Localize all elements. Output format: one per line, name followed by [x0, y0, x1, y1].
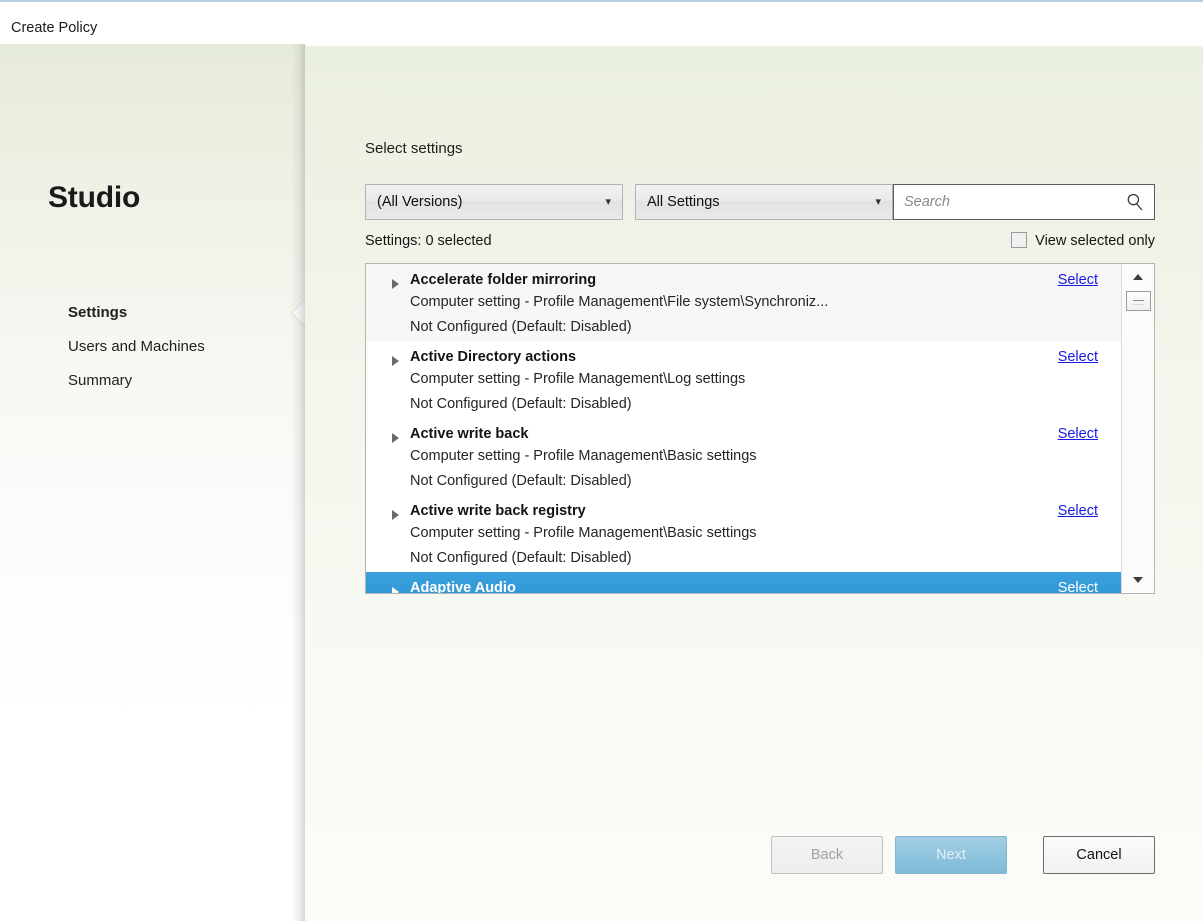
scroll-up-arrow-icon — [1133, 274, 1143, 280]
setting-title: Active write back registry — [410, 502, 1121, 521]
settings-list: Accelerate folder mirroring Computer set… — [366, 264, 1121, 593]
version-filter-value: (All Versions) — [377, 194, 462, 210]
table-row-selected[interactable]: Adaptive Audio User setting - ICA\Audio … — [366, 572, 1121, 593]
filters-row: (All Versions) ▾ All Settings ▾ Search — [365, 184, 1155, 220]
setting-state: Not Configured (Default: Disabled) — [410, 469, 1121, 493]
expand-triangle-icon[interactable] — [392, 356, 399, 366]
sidebar-item-label: Users and Machines — [68, 338, 205, 355]
setting-state: Not Configured (Default: Disabled) — [410, 315, 1121, 339]
back-button[interactable]: Back — [771, 836, 883, 874]
footer-buttons: Back Next Cancel — [365, 836, 1155, 876]
scrollbar-thumb-grip-icon — [1133, 300, 1144, 305]
table-row[interactable]: Active write back Computer setting - Pro… — [366, 418, 1121, 495]
main-content: Select settings (All Versions) ▾ All Set… — [305, 44, 1203, 921]
sidebar-item-settings[interactable]: Settings — [0, 296, 305, 330]
setting-state: Not Configured (Default: Disabled) — [410, 392, 1121, 416]
setting-title: Accelerate folder mirroring — [410, 271, 1121, 290]
setting-title: Active Directory actions — [410, 348, 1121, 367]
sidebar-item-label: Settings — [68, 304, 127, 321]
sidebar-item-label: Summary — [68, 372, 132, 389]
studio-brand-label: Studio — [48, 181, 140, 215]
sidebar-item-users-and-machines[interactable]: Users and Machines — [0, 330, 305, 364]
checkbox-box-icon — [1011, 232, 1027, 248]
settings-list-container: Accelerate folder mirroring Computer set… — [365, 263, 1155, 594]
sidebar-nav-list: Settings Users and Machines Summary — [0, 296, 305, 398]
table-row[interactable]: Active write back registry Computer sett… — [366, 495, 1121, 572]
cancel-button[interactable]: Cancel — [1043, 836, 1155, 874]
window-title: Create Policy — [11, 21, 97, 36]
select-link[interactable]: Select — [1058, 425, 1098, 444]
table-row[interactable]: Accelerate folder mirroring Computer set… — [366, 264, 1121, 341]
page-title: Select settings — [365, 140, 463, 157]
select-link[interactable]: Select — [1058, 502, 1098, 521]
version-filter-select[interactable]: (All Versions) ▾ — [365, 184, 623, 220]
setting-title: Active write back — [410, 425, 1121, 444]
settings-filter-select[interactable]: All Settings ▾ — [635, 184, 893, 220]
setting-description: Computer setting - Profile Management\Ba… — [410, 444, 1121, 469]
expand-triangle-icon[interactable] — [392, 587, 399, 593]
setting-description: Computer setting - Profile Management\Fi… — [410, 290, 1121, 315]
window-titlebar: Create Policy — [0, 0, 1203, 46]
table-row[interactable]: Active Directory actions Computer settin… — [366, 341, 1121, 418]
view-selected-only-checkbox[interactable]: View selected only — [1011, 230, 1155, 252]
scroll-down-arrow-icon — [1133, 577, 1143, 583]
setting-state: Not Configured (Default: Disabled) — [410, 546, 1121, 570]
chevron-down-icon: ▾ — [605, 185, 611, 219]
setting-description: Computer setting - Profile Management\Lo… — [410, 367, 1121, 392]
scroll-down-button[interactable] — [1122, 568, 1154, 592]
chevron-down-icon: ▾ — [875, 185, 881, 219]
selected-count-label: Settings: 0 selected — [365, 230, 492, 252]
settings-filter-value: All Settings — [647, 194, 720, 210]
sidebar: Studio Settings Users and Machines Summa… — [0, 44, 305, 921]
search-placeholder: Search — [904, 185, 950, 219]
list-status-row: Settings: 0 selected View selected only — [365, 230, 1155, 254]
select-link[interactable]: Select — [1058, 348, 1098, 367]
next-button[interactable]: Next — [895, 836, 1007, 874]
select-link[interactable]: Select — [1058, 579, 1098, 593]
select-link[interactable]: Select — [1058, 271, 1098, 290]
setting-description: Computer setting - Profile Management\Ba… — [410, 521, 1121, 546]
scroll-up-button[interactable] — [1122, 265, 1154, 289]
search-icon — [1125, 192, 1145, 212]
expand-triangle-icon[interactable] — [392, 433, 399, 443]
view-selected-only-label: View selected only — [1035, 233, 1155, 249]
search-input[interactable]: Search — [893, 184, 1155, 220]
sidebar-item-summary[interactable]: Summary — [0, 364, 305, 398]
active-notch-icon — [292, 300, 305, 326]
vertical-scrollbar[interactable] — [1121, 264, 1154, 593]
expand-triangle-icon[interactable] — [392, 510, 399, 520]
create-policy-window: Create Policy Studio Settings Users and … — [0, 0, 1203, 921]
setting-title: Adaptive Audio — [410, 579, 1121, 593]
scrollbar-thumb[interactable] — [1126, 291, 1151, 311]
expand-triangle-icon[interactable] — [392, 279, 399, 289]
